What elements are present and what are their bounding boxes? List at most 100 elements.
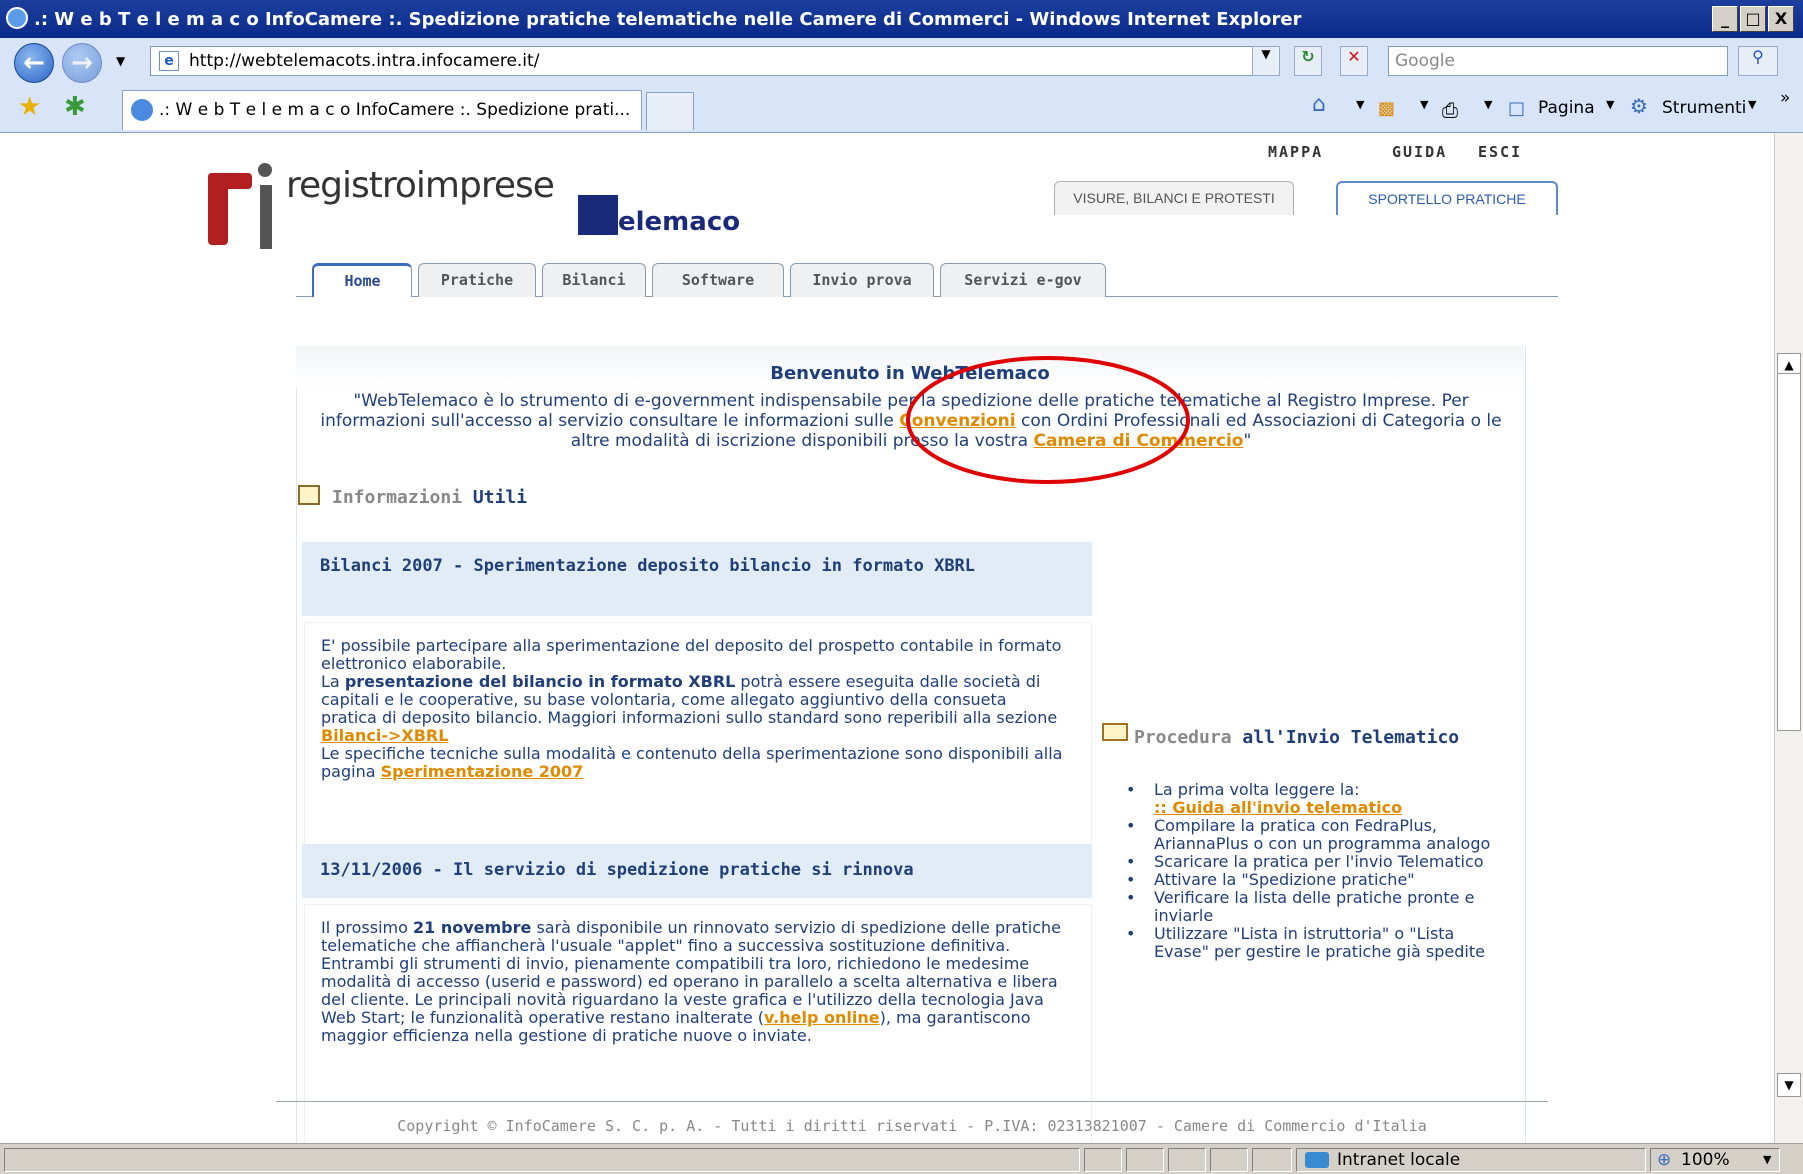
chevron-more-icon[interactable]: »	[1780, 88, 1790, 108]
print-icon[interactable]: ⎙	[1442, 98, 1458, 122]
tab-software[interactable]: Software	[652, 263, 784, 297]
logo-dot	[258, 163, 272, 177]
news-text: La	[321, 672, 345, 691]
zoom-level: 100%	[1681, 1150, 1730, 1170]
logo-text: registroimprese	[286, 165, 555, 206]
history-dropdown-icon[interactable]: ▼	[116, 54, 125, 68]
list-item-text: La prima volta leggere la:	[1154, 780, 1360, 799]
page-menu[interactable]: Pagina	[1538, 98, 1595, 118]
zoom-dropdown-icon[interactable]: ▼	[1763, 1149, 1771, 1171]
list-item: Verificare la lista delle pratiche pront…	[1126, 889, 1494, 925]
tab-sportello-pratiche[interactable]: SPORTELLO PRATICHE	[1336, 181, 1558, 215]
ie-logo-icon	[6, 7, 28, 29]
print-dropdown-icon[interactable]: ▼	[1484, 98, 1492, 111]
close-button[interactable]: X	[1768, 6, 1794, 32]
tab-bilanci[interactable]: Bilanci	[542, 263, 646, 297]
news-text-bold: presentazione del bilancio in formato XB…	[344, 672, 736, 691]
status-cell	[1084, 1148, 1122, 1172]
tab-invio-prova[interactable]: Invio prova	[790, 263, 934, 297]
favorites-star-icon[interactable]: ★	[18, 92, 41, 122]
minimize-button[interactable]: _	[1712, 6, 1738, 32]
page-viewport: MAPPA GUIDA ESCI registroimprese elemaco…	[12, 133, 1774, 1143]
tools-dropdown-icon[interactable]: ▼	[1748, 98, 1756, 111]
top-link-guida[interactable]: GUIDA	[1392, 143, 1447, 161]
guida-invio-link[interactable]: :: Guida all'invio telematico	[1154, 798, 1402, 817]
status-bar: Intranet locale ⊕ 100% ▼	[0, 1143, 1803, 1174]
list-item: La prima volta leggere la::: Guida all'i…	[1126, 780, 1494, 817]
news-text-bold: 21 novembre	[413, 918, 532, 937]
help-online-link[interactable]: v.help online	[764, 1008, 880, 1027]
notepad-icon	[298, 485, 320, 505]
welcome-text-3: "	[1243, 431, 1252, 451]
browser-tab[interactable]: .: W e b T e l e m a c o InfoCamere :. S…	[122, 90, 642, 130]
address-dropdown-button[interactable]: ▼	[1252, 46, 1280, 76]
feeds-icon[interactable]: ▩	[1378, 98, 1395, 119]
procedura-heading-grey: Procedura	[1134, 727, 1232, 748]
status-cell	[1126, 1148, 1164, 1172]
info-heading-grey: Informazioni	[332, 487, 463, 508]
copyright-footer: Copyright © InfoCamere S. C. p. A. - Tut…	[397, 1117, 1427, 1135]
intranet-icon	[1305, 1152, 1329, 1168]
news-title-box: 13/11/2006 - Il servizio di spedizione p…	[302, 844, 1092, 898]
tab-visure-bilanci-protesti[interactable]: VISURE, BILANCI E PROTESTI	[1054, 181, 1294, 215]
new-tab-button[interactable]	[646, 92, 694, 130]
page-dropdown-icon[interactable]: ▼	[1606, 98, 1614, 111]
back-button[interactable]: ←	[14, 43, 54, 83]
stop-button[interactable]: ✕	[1340, 46, 1368, 76]
news-body: Il prossimo 21 novembre sarà disponibile…	[321, 919, 1076, 1045]
feeds-dropdown-icon[interactable]: ▼	[1420, 98, 1428, 111]
news-body: E' possibile partecipare alla sperimenta…	[321, 637, 1066, 781]
procedure-list: La prima volta leggere la::: Guida all'i…	[1126, 780, 1494, 961]
window-title: .: W e b T e l e m a c o InfoCamere :. S…	[34, 9, 1302, 30]
logo-grey-bar	[260, 185, 272, 249]
status-text-cell	[4, 1148, 1080, 1172]
security-zone[interactable]: Intranet locale	[1296, 1148, 1646, 1172]
tab-pratiche[interactable]: Pratiche	[418, 263, 536, 297]
news-text: E' possibile partecipare alla sperimenta…	[321, 636, 1062, 673]
procedura-heading-blue: all'Invio Telematico	[1242, 727, 1460, 748]
tab-ie-icon	[131, 99, 153, 121]
news-body-box: E' possibile partecipare alla sperimenta…	[304, 622, 1092, 846]
list-item: Scaricare la pratica per l'invio Telemat…	[1126, 853, 1494, 872]
sperimentazione-2007-link[interactable]: Sperimentazione 2007	[381, 762, 584, 781]
window-title-bar[interactable]: .: W e b T e l e m a c o InfoCamere :. S…	[0, 0, 1803, 38]
procedura-heading: Procedura all'Invio Telematico	[1134, 727, 1459, 748]
home-icon[interactable]: ⌂	[1312, 92, 1326, 117]
vertical-scrollbar[interactable]: ▲ ▼	[1774, 133, 1803, 1143]
address-toolbar: ← → ▼ e http://webtelemacots.intra.infoc…	[0, 38, 1803, 85]
info-utili-heading: Informazioni Utili	[332, 487, 527, 508]
tab-home[interactable]: Home	[312, 263, 412, 297]
tab-servizi-egov[interactable]: Servizi e-gov	[940, 263, 1106, 297]
security-zone-label: Intranet locale	[1337, 1150, 1461, 1170]
tools-menu[interactable]: Strumenti	[1662, 98, 1746, 118]
zoom-control[interactable]: ⊕ 100% ▼	[1650, 1148, 1780, 1172]
search-button[interactable]: ⚲	[1738, 46, 1778, 76]
news-body-box: Il prossimo 21 novembre sarà disponibile…	[304, 904, 1092, 1143]
bilanci-xbrl-link[interactable]: Bilanci->XBRL	[321, 726, 448, 745]
list-item: Compilare la pratica con FedraPlus, Aria…	[1126, 817, 1494, 853]
news-title: 13/11/2006 - Il servizio di spedizione p…	[320, 860, 914, 880]
logo-red-top	[208, 173, 252, 189]
top-link-mappa[interactable]: MAPPA	[1268, 143, 1323, 161]
top-link-esci[interactable]: ESCI	[1478, 143, 1522, 161]
telemaco-logo-text: elemaco	[618, 207, 741, 237]
add-favorite-icon[interactable]: ✱	[64, 92, 86, 122]
maximize-button[interactable]: □	[1740, 6, 1766, 32]
home-dropdown-icon[interactable]: ▼	[1356, 98, 1364, 111]
page-icon: e	[159, 51, 179, 71]
status-cell	[1252, 1148, 1292, 1172]
address-field[interactable]: e http://webtelemacots.intra.infocamere.…	[150, 46, 1258, 76]
address-text: http://webtelemacots.intra.infocamere.it…	[189, 51, 540, 71]
scroll-down-button[interactable]: ▼	[1777, 1073, 1801, 1097]
list-item: Utilizzare "Lista in istruttoria" o "Lis…	[1126, 925, 1494, 961]
forward-button[interactable]: →	[62, 43, 102, 83]
search-input[interactable]: Google	[1388, 46, 1728, 76]
status-cell	[1210, 1148, 1248, 1172]
scrollbar-thumb[interactable]	[1777, 373, 1801, 731]
zoom-icon: ⊕	[1657, 1150, 1672, 1170]
refresh-button[interactable]: ↻	[1294, 46, 1322, 76]
news-text: Il prossimo	[321, 918, 413, 937]
tab-toolbar: ★ ✱ .: W e b T e l e m a c o InfoCamere …	[0, 84, 1803, 133]
annotation-circle	[906, 356, 1190, 484]
info-heading-blue: Utili	[472, 487, 528, 508]
